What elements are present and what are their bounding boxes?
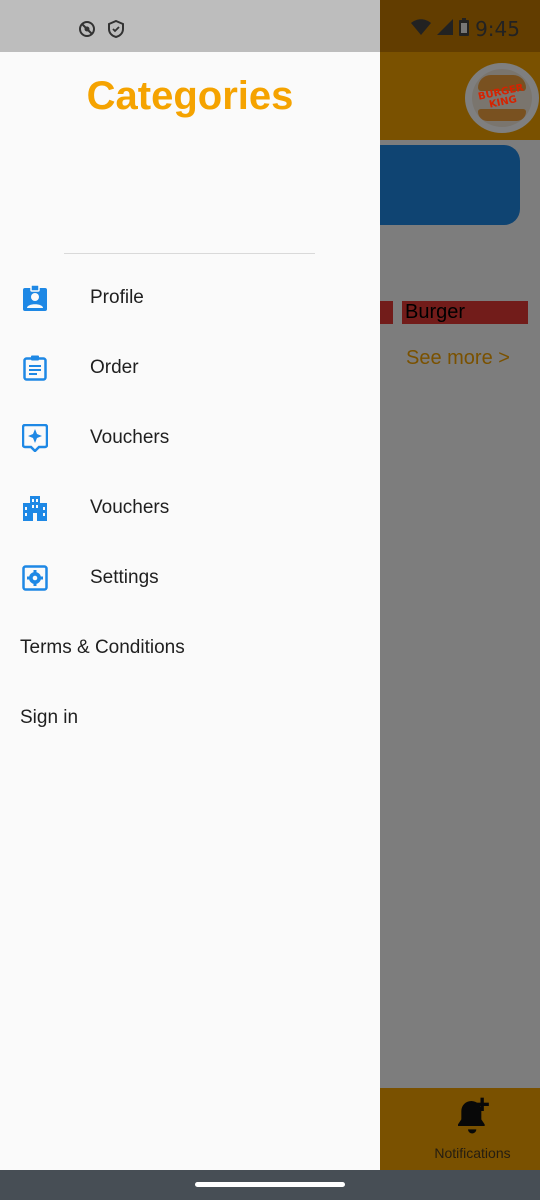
drawer-item-order[interactable]: Order — [0, 333, 380, 403]
system-navigation-bar — [0, 1170, 540, 1200]
drawer-title: Categories — [86, 74, 294, 118]
drawer-divider — [64, 253, 315, 254]
vpn-icon — [78, 20, 96, 43]
drawer-item-sign-in[interactable]: Sign in — [0, 683, 380, 753]
clipboard-icon — [20, 353, 50, 383]
gear-square-icon — [20, 563, 50, 593]
drawer-item-terms[interactable]: Terms & Conditions — [0, 613, 380, 683]
status-bar — [0, 0, 380, 52]
buildings-icon — [20, 493, 50, 523]
battery-icon — [459, 17, 470, 41]
drawer-item-label: Sign in — [20, 707, 79, 728]
sparkle-badge-icon — [20, 423, 50, 453]
drawer-item-settings[interactable]: Settings — [0, 543, 380, 613]
drawer-item-label: Profile — [90, 287, 144, 308]
drawer-item-label: Vouchers — [90, 497, 170, 518]
signal-icon — [437, 18, 454, 40]
wifi-icon — [411, 18, 432, 40]
drawer-item-profile[interactable]: Profile — [0, 263, 380, 333]
profile-badge-icon — [20, 283, 50, 313]
drawer-item-vouchers-2[interactable]: Vouchers — [0, 473, 380, 543]
drawer-item-label: Terms & Conditions — [20, 637, 185, 658]
status-right-group: 9:45 — [411, 17, 520, 41]
drawer-item-vouchers[interactable]: Vouchers — [0, 403, 380, 473]
clock: 9:45 — [475, 17, 520, 41]
drawer-item-label: Settings — [90, 567, 159, 588]
drawer-item-label: Vouchers — [90, 427, 170, 448]
shield-icon — [108, 19, 124, 43]
navigation-drawer: Categories Profile Order Vouchers Vouche… — [0, 52, 380, 1170]
drawer-item-label: Order — [90, 357, 139, 378]
home-gesture-handle[interactable] — [195, 1182, 345, 1187]
